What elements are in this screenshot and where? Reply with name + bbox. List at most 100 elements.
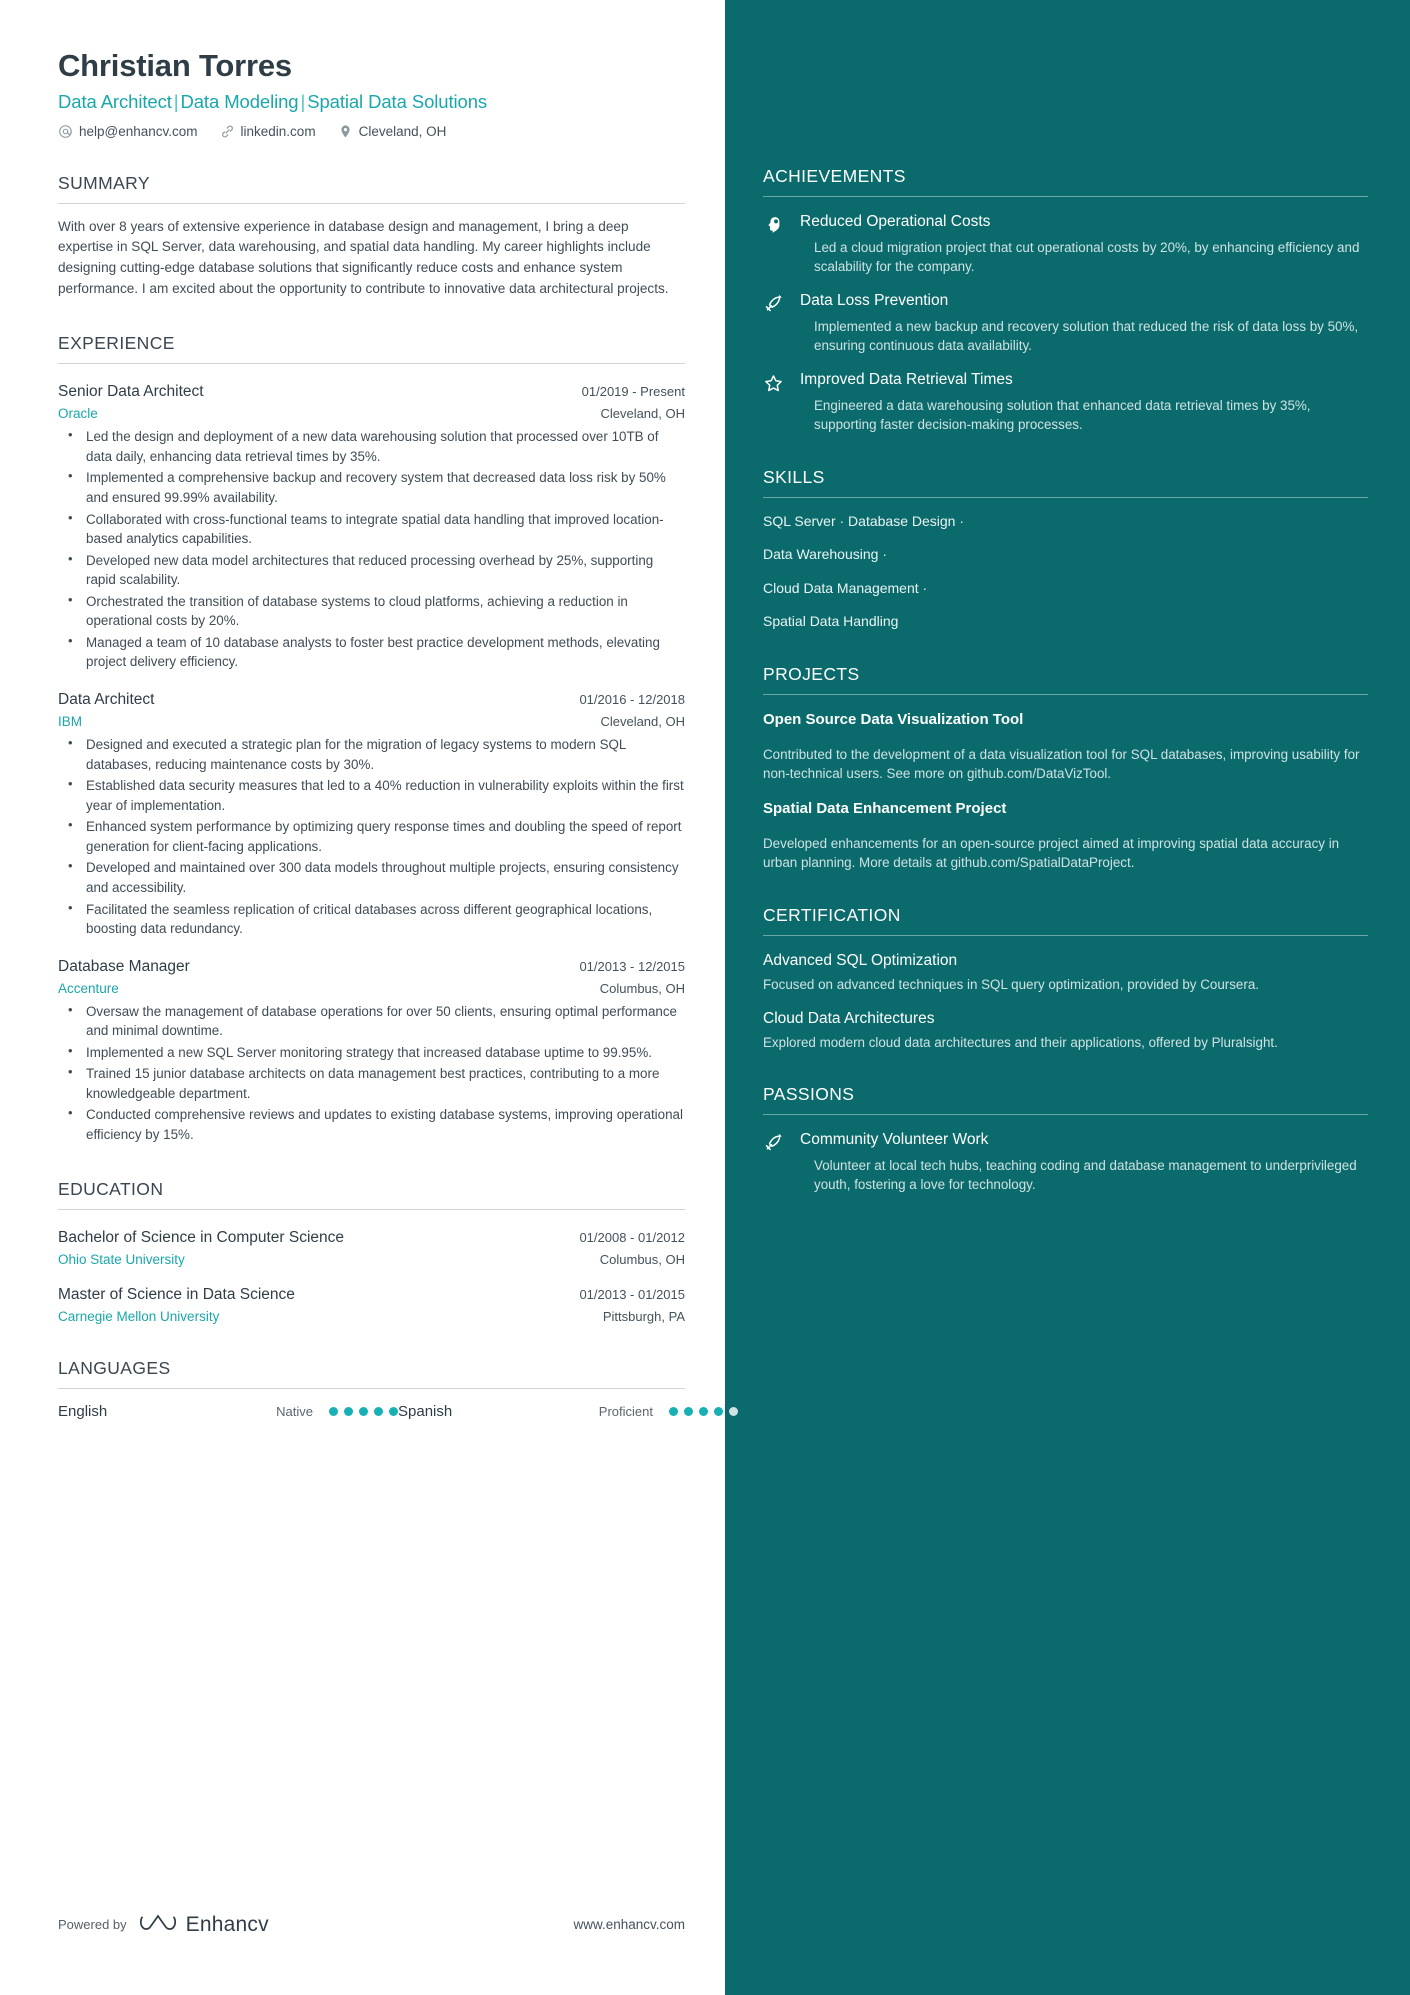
experience-role: Data Architect [58, 691, 155, 709]
contact-linkedin[interactable]: linkedin.com [220, 124, 316, 139]
experience-entry-sub: IBM Cleveland, OH [58, 714, 685, 729]
certification-name: Advanced SQL Optimization [763, 951, 958, 969]
achievement-body: Data Loss Prevention Implemented a new b… [800, 292, 1368, 355]
achievement-title: Improved Data Retrieval Times [800, 371, 1013, 389]
certification-description: Explored modern cloud data architectures… [763, 1034, 1278, 1050]
list-item: Collaborated with cross-functional teams… [58, 509, 685, 549]
achievement-description: Led a cloud migration project that cut o… [814, 239, 1360, 274]
education-entry: Bachelor of Science in Computer Science … [58, 1229, 685, 1267]
language-item: English Native [58, 1403, 398, 1420]
education-entry-head: Master of Science in Data Science 01/201… [58, 1286, 685, 1304]
list-item: Orchestrated the transition of database … [58, 591, 685, 631]
experience-company[interactable]: Oracle [58, 406, 98, 421]
contact-email-text: help@enhancv.com [79, 123, 198, 139]
list-item: Implemented a comprehensive backup and r… [58, 467, 685, 507]
education-location: Pittsburgh, PA [602, 1308, 685, 1324]
skill-line: Cloud Data Management · [763, 579, 928, 596]
section-achievements: ACHIEVEMENTS Reduced Operational Costs L… [763, 166, 1368, 435]
passion-item: Community Volunteer Work Volunteer at lo… [763, 1131, 1368, 1194]
footer-url[interactable]: www.enhancv.com [573, 1917, 685, 1932]
divider [58, 202, 685, 204]
list-item: Designed and executed a strategic plan f… [58, 734, 685, 774]
experience-entry: Data Architect 01/2016 - 12/2018 IBM Cle… [58, 691, 685, 939]
rating-dot-filled [714, 1406, 723, 1416]
rating-dot-filled [389, 1406, 398, 1416]
rocket-icon [763, 1131, 785, 1194]
education-date: 01/2013 - 01/2015 [579, 1286, 685, 1302]
language-item: Spanish Proficient [398, 1403, 738, 1420]
achievement-item: Improved Data Retrieval Times Engineered… [763, 371, 1368, 434]
passion-body: Community Volunteer Work Volunteer at lo… [800, 1131, 1368, 1194]
divider [763, 196, 1368, 197]
location-pin-icon [338, 124, 353, 139]
contact-email[interactable]: help@enhancv.com [58, 124, 198, 139]
education-degree: Bachelor of Science in Computer Science [58, 1228, 345, 1246]
list-item: Implemented a new SQL Server monitoring … [58, 1042, 685, 1063]
education-degree: Master of Science in Data Science [58, 1285, 295, 1303]
section-title-achievements: ACHIEVEMENTS [763, 166, 906, 186]
experience-bullets: Designed and executed a strategic plan f… [58, 734, 685, 939]
education-entry: Master of Science in Data Science 01/201… [58, 1286, 685, 1324]
section-title-experience: EXPERIENCE [58, 333, 175, 354]
project-description: Developed enhancements for an open-sourc… [763, 835, 1340, 871]
page-title: Christian Torres [58, 48, 292, 83]
experience-entry-head: Database Manager 01/2013 - 12/2015 [58, 958, 685, 976]
list-item: Developed and maintained over 300 data m… [58, 857, 685, 897]
star-icon [763, 371, 785, 434]
achievement-description: Implemented a new backup and recovery so… [814, 318, 1359, 354]
achievement-item: Reduced Operational Costs Led a cloud mi… [763, 213, 1368, 276]
enhancv-wordmark: Enhancv [185, 1912, 269, 1936]
language-rating-dots [329, 1406, 398, 1416]
experience-date: 01/2019 - Present [581, 384, 685, 400]
experience-location: Columbus, OH [599, 980, 685, 996]
powered-by-block: Powered by Enhancv [58, 1909, 269, 1940]
enhancv-logo: Enhancv [139, 1909, 269, 1940]
section-title-certification: CERTIFICATION [763, 904, 901, 925]
section-title-projects: PROJECTS [763, 663, 860, 684]
skill-line: SQL Server · Database Design · [763, 512, 965, 529]
rocket-icon [763, 292, 785, 355]
list-item: Managed a team of 10 database analysts t… [58, 632, 685, 672]
language-level: Native [276, 1403, 313, 1419]
rating-dot-filled [669, 1406, 678, 1416]
list-item: Established data security measures that … [58, 775, 685, 815]
education-school[interactable]: Carnegie Mellon University [58, 1309, 219, 1324]
enhancv-mark-icon [139, 1909, 177, 1940]
language-name: Spanish [398, 1402, 453, 1420]
achievement-title: Data Loss Prevention [800, 292, 949, 310]
resume-page: Christian Torres Data Architect | Data Mod… [0, 0, 1410, 1995]
languages-row: English Native Spanish Proficient [58, 1403, 738, 1420]
language-name: English [58, 1402, 108, 1420]
experience-company[interactable]: Accenture [58, 981, 119, 996]
headline-tagline: Data Architect | Data Modeling | Spatial Dat… [58, 91, 685, 113]
section-title-summary: SUMMARY [58, 172, 150, 193]
section-title-education: EDUCATION [58, 1178, 164, 1199]
divider [58, 1387, 685, 1389]
contact-linkedin-text: linkedin.com [240, 123, 316, 139]
section-education: EDUCATION Bachelor of Science in Compute… [58, 1179, 685, 1324]
contact-row: help@enhancv.com linkedin.com Cleveland,… [58, 124, 685, 139]
divider [58, 1208, 685, 1210]
language-rating-dots [669, 1406, 738, 1416]
experience-entry-sub: Oracle Cleveland, OH [58, 406, 685, 421]
rating-dot-filled [359, 1406, 368, 1416]
achievement-description: Engineered a data warehousing solution t… [814, 397, 1311, 433]
list-item: Developed new data model architectures t… [58, 550, 685, 590]
experience-role: Senior Data Architect [58, 383, 204, 401]
education-location: Columbus, OH [599, 1251, 685, 1267]
rating-dot-filled [374, 1406, 383, 1416]
section-projects: PROJECTS Open Source Data Visualization … [763, 664, 1368, 873]
rating-dot-filled [329, 1406, 338, 1416]
project-name: Open Source Data Visualization Tool [763, 710, 1024, 728]
divider [763, 1114, 1368, 1116]
section-title-languages: LANGUAGES [58, 1357, 171, 1378]
education-entry-sub: Carnegie Mellon University Pittsburgh, P… [58, 1309, 685, 1324]
list-item: Conducted comprehensive reviews and upda… [58, 1104, 685, 1144]
education-school[interactable]: Ohio State University [58, 1252, 185, 1267]
list-item: Trained 15 junior database architects on… [58, 1063, 685, 1103]
experience-location: Cleveland, OH [600, 714, 685, 730]
tagline-separator-2: | [300, 90, 306, 112]
experience-company[interactable]: IBM [58, 714, 82, 729]
rating-dot-empty [729, 1406, 738, 1416]
divider [763, 496, 1368, 498]
